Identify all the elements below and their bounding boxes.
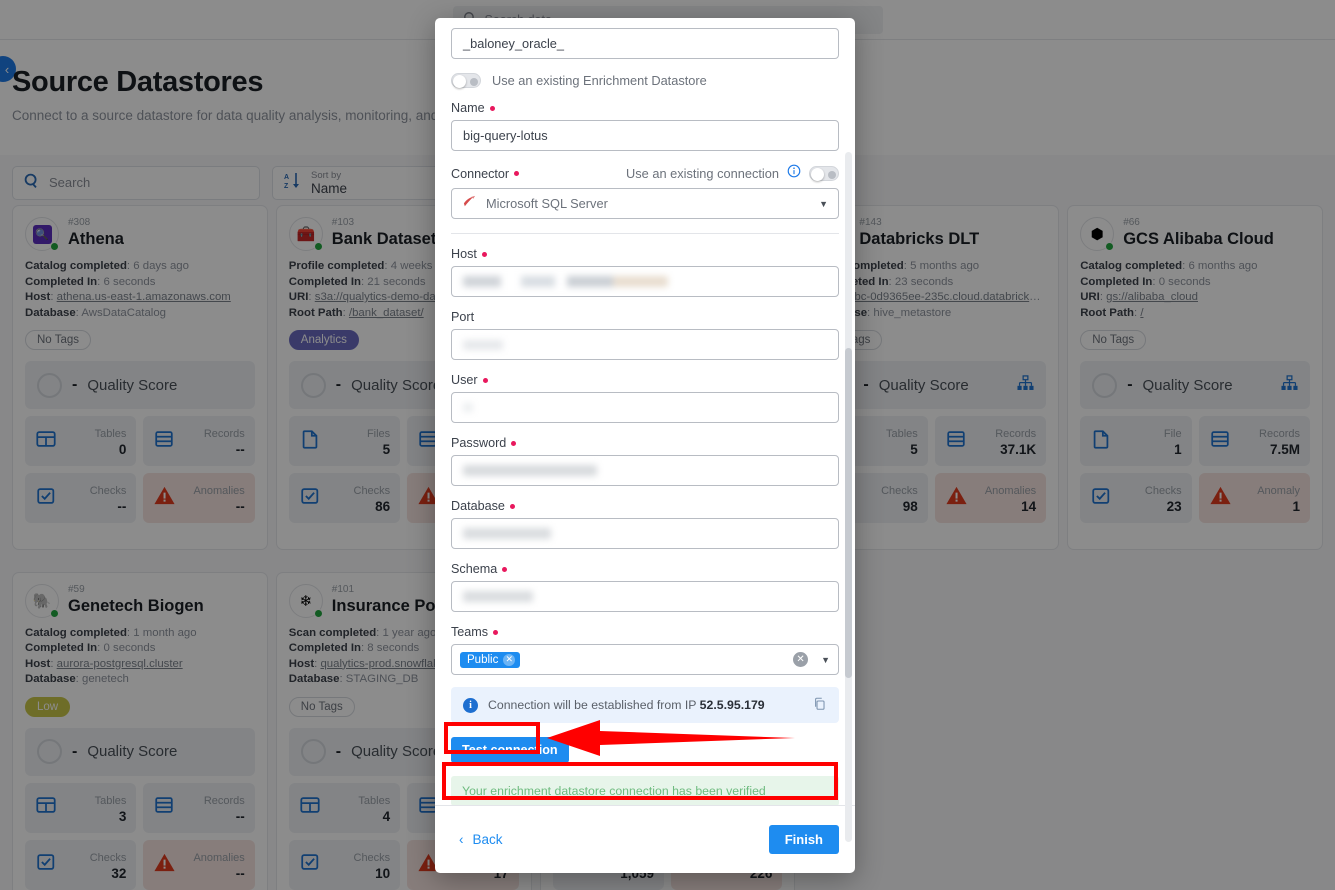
existing-enrichment-toggle[interactable] — [451, 73, 481, 88]
connector-label-row: Connector — [451, 166, 520, 181]
password-input-value — [463, 465, 597, 476]
toggle-knob — [453, 74, 466, 88]
prefix-input-value: _baloney_oracle_ — [463, 36, 565, 51]
database-input[interactable] — [451, 518, 839, 549]
copy-icon[interactable] — [813, 697, 827, 714]
remove-chip-icon[interactable]: ✕ — [503, 653, 516, 666]
required-indicator-icon — [481, 251, 487, 257]
required-indicator-icon — [489, 105, 495, 111]
name-label: Name — [451, 101, 485, 115]
chevron-down-icon[interactable]: ▼ — [821, 655, 830, 665]
teams-label-row: Teams — [451, 625, 839, 639]
name-input[interactable]: big-query-lotus — [451, 120, 839, 151]
required-indicator-icon — [493, 629, 499, 635]
password-label-row: Password — [451, 436, 839, 450]
connection-verified-message: Your enrichment datastore connection has… — [451, 776, 839, 805]
connection-ip-prefix: Connection will be established from IP — [488, 698, 697, 712]
add-datastore-modal: _baloney_oracle_ Use an existing Enrichm… — [435, 18, 855, 873]
required-indicator-icon — [502, 566, 508, 572]
test-connection-button[interactable]: Test connection — [451, 737, 569, 763]
teams-multiselect[interactable]: Public ✕ ✕ ▼ — [451, 644, 839, 675]
connector-label: Connector — [451, 166, 510, 181]
existing-enrichment-toggle-row: Use an existing Enrichment Datastore — [451, 73, 839, 88]
finish-button[interactable]: Finish — [768, 825, 839, 854]
port-input[interactable] — [451, 329, 839, 360]
schema-label-row: Schema — [451, 562, 839, 576]
name-label-row: Name — [451, 101, 839, 115]
existing-enrichment-label: Use an existing Enrichment Datastore — [492, 73, 707, 88]
toggle-tail — [828, 170, 836, 179]
schema-input-value — [463, 591, 533, 602]
modal-footer: ‹ Back Finish — [435, 805, 855, 873]
database-input-value — [463, 528, 551, 539]
port-label-row: Port — [451, 310, 839, 324]
connector-header-row: Connector Use an existing connection — [451, 164, 839, 183]
team-chip-label: Public — [467, 653, 499, 666]
team-chip[interactable]: Public ✕ — [460, 651, 521, 668]
required-indicator-icon — [482, 377, 488, 383]
port-input-value — [463, 339, 503, 350]
existing-connection-group: Use an existing connection — [626, 164, 839, 183]
database-label-row: Database — [451, 499, 839, 513]
connection-ip-text: Connection will be established from IP 5… — [488, 698, 765, 712]
connection-ip-info: i Connection will be established from IP… — [451, 687, 839, 723]
info-icon: i — [463, 697, 478, 713]
back-button-label: Back — [472, 832, 503, 847]
password-input[interactable] — [451, 455, 839, 486]
user-label: User — [451, 373, 478, 387]
port-label: Port — [451, 310, 475, 324]
connection-ip-value: 52.5.95.179 — [699, 698, 765, 712]
toggle-knob — [811, 167, 824, 181]
user-label-row: User — [451, 373, 839, 387]
host-input-value — [463, 276, 668, 287]
chevron-left-icon: ‹ — [459, 832, 464, 847]
password-label: Password — [451, 436, 507, 450]
required-indicator-icon — [514, 171, 520, 176]
connector-select[interactable]: Microsoft SQL Server ▼ — [451, 188, 839, 219]
clear-all-icon[interactable]: ✕ — [793, 652, 809, 667]
host-input[interactable] — [451, 266, 839, 297]
user-input-value — [463, 403, 473, 412]
info-circle-icon[interactable] — [787, 164, 801, 183]
user-input[interactable] — [451, 392, 839, 423]
back-button[interactable]: ‹ Back — [451, 832, 503, 847]
existing-connection-toggle[interactable] — [809, 166, 839, 181]
mssql-icon — [462, 195, 477, 212]
host-label: Host — [451, 247, 477, 261]
connector-value: Microsoft SQL Server — [486, 196, 608, 211]
prefix-input[interactable]: _baloney_oracle_ — [451, 28, 839, 59]
database-label: Database — [451, 499, 505, 513]
name-input-value: big-query-lotus — [463, 128, 548, 143]
section-divider — [451, 233, 839, 234]
required-indicator-icon — [511, 440, 517, 446]
host-label-row: Host — [451, 247, 839, 261]
schema-input[interactable] — [451, 581, 839, 612]
toggle-tail — [470, 77, 478, 86]
chevron-down-icon: ▼ — [819, 198, 828, 209]
modal-scroll-area: _baloney_oracle_ Use an existing Enrichm… — [435, 18, 855, 805]
existing-connection-label: Use an existing connection — [626, 166, 779, 181]
modal-scrollbar-thumb[interactable] — [845, 348, 852, 678]
required-indicator-icon — [509, 503, 515, 509]
teams-label: Teams — [451, 625, 489, 639]
schema-label: Schema — [451, 562, 498, 576]
